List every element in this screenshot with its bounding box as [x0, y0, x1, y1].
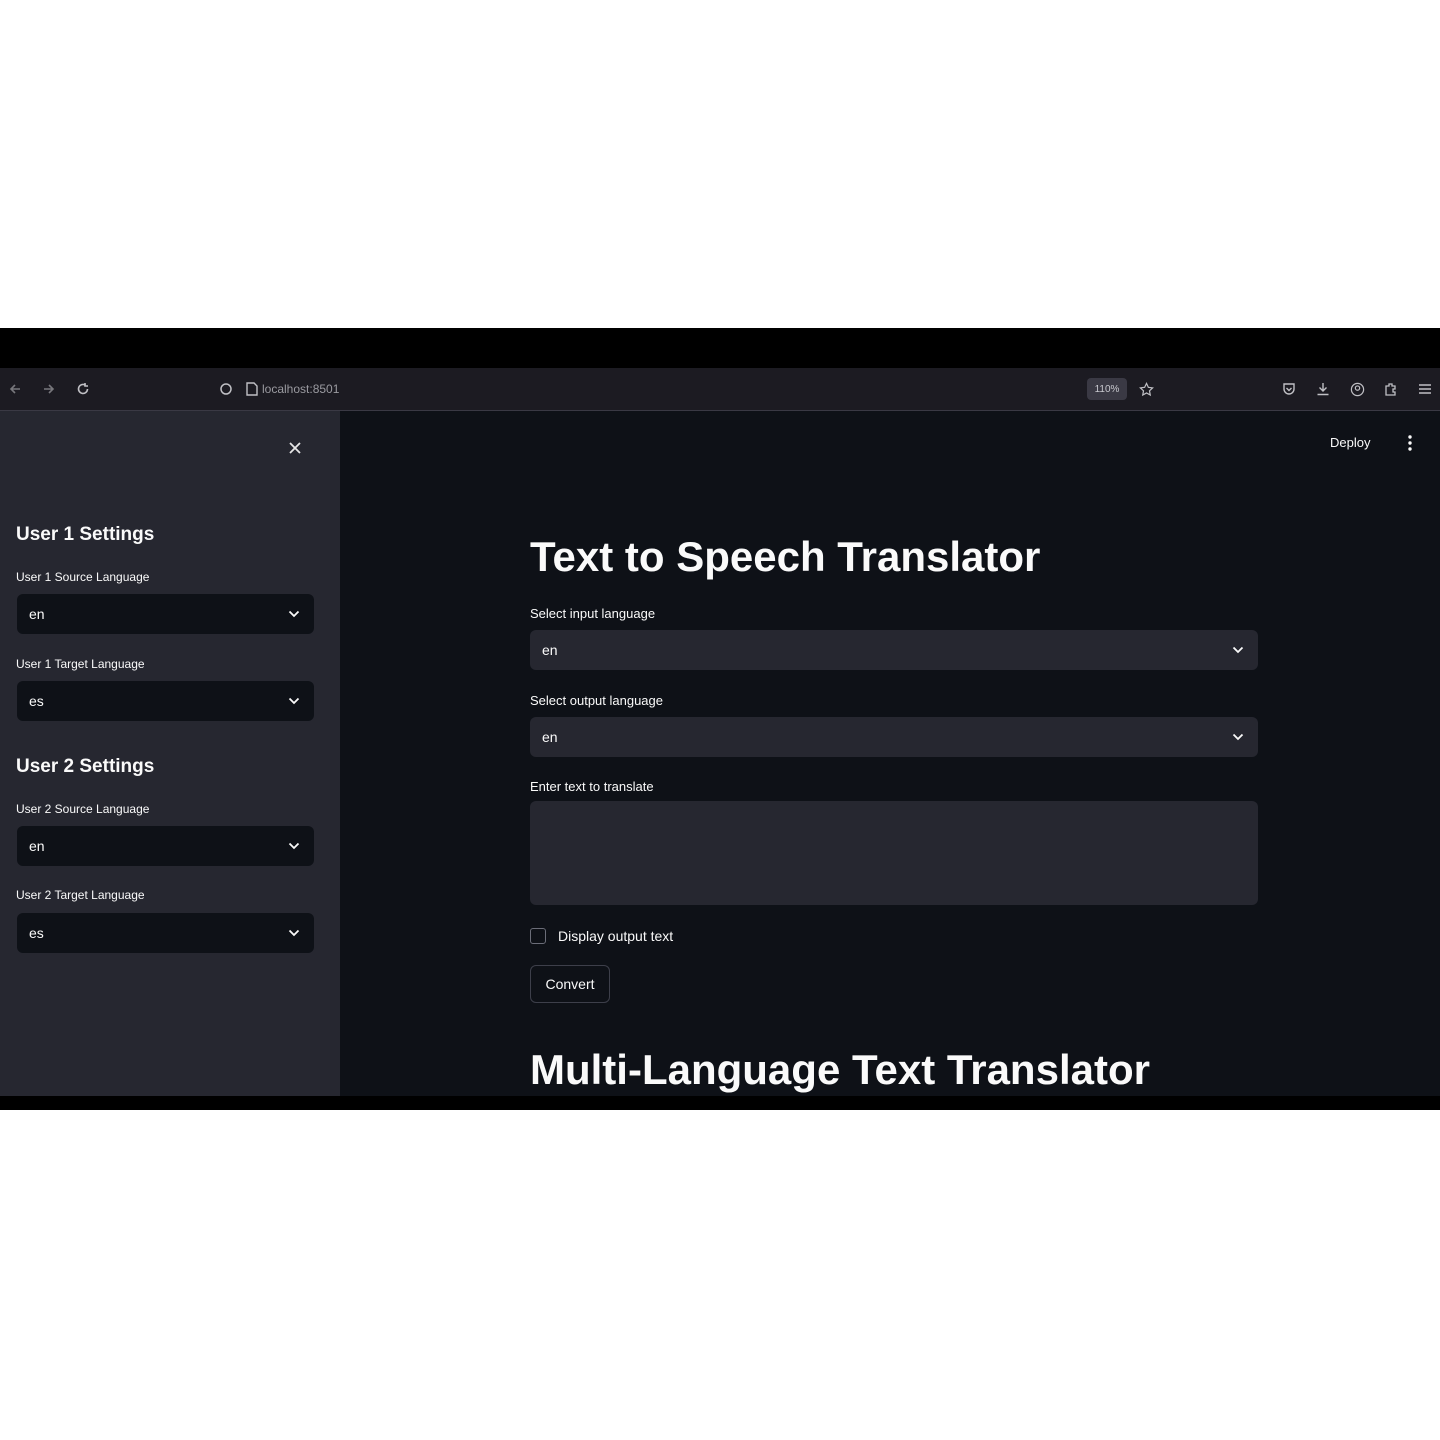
user2-settings-heading: User 2 Settings	[16, 756, 155, 777]
user2-source-label: User 2 Source Language	[16, 802, 150, 816]
sidebar: User 1 Settings User 1 Source Language e…	[0, 411, 340, 1096]
pocket-icon[interactable]	[1279, 368, 1299, 410]
display-output-checkbox[interactable]	[530, 928, 546, 944]
user1-settings-heading: User 1 Settings	[16, 524, 155, 545]
forward-icon[interactable]	[38, 368, 60, 410]
page-icon	[242, 368, 262, 410]
second-section-title: Multi-Language Text Translator	[530, 1046, 1150, 1093]
display-output-label: Display output text	[558, 928, 674, 944]
chevron-down-icon	[274, 681, 314, 721]
display-output-checkbox-row[interactable]: Display output text	[530, 925, 673, 947]
url-bar[interactable]: localhost:8501	[262, 379, 462, 399]
user1-target-value: es	[29, 693, 44, 709]
close-icon[interactable]	[284, 437, 306, 459]
user2-source-select[interactable]: en	[17, 826, 314, 866]
input-language-select[interactable]: en	[530, 630, 1258, 670]
user2-target-select[interactable]: es	[17, 913, 314, 953]
translate-text-area[interactable]	[530, 801, 1258, 905]
browser-toolbar: localhost:8501 110%	[0, 368, 1440, 411]
page-title: Text to Speech Translator	[530, 533, 1041, 580]
reload-icon[interactable]	[72, 368, 94, 410]
zoom-badge[interactable]: 110%	[1087, 378, 1127, 400]
bookmark-star-icon[interactable]	[1136, 368, 1156, 410]
back-icon[interactable]	[4, 368, 26, 410]
chevron-down-icon	[1218, 630, 1258, 670]
menu-icon[interactable]	[1415, 368, 1435, 410]
user1-target-select[interactable]: es	[17, 681, 314, 721]
user1-source-select[interactable]: en	[17, 594, 314, 634]
input-language-value: en	[542, 642, 558, 658]
screen-frame: localhost:8501 110% User 1 Settings User…	[0, 328, 1440, 1110]
text-input-label: Enter text to translate	[530, 779, 654, 794]
more-options-icon[interactable]	[1400, 433, 1420, 457]
convert-button[interactable]: Convert	[530, 965, 610, 1003]
output-language-select[interactable]: en	[530, 717, 1258, 757]
chevron-down-icon	[274, 594, 314, 634]
chevron-down-icon	[274, 826, 314, 866]
chevron-down-icon	[1218, 717, 1258, 757]
user1-target-label: User 1 Target Language	[16, 657, 145, 671]
output-language-label: Select output language	[530, 693, 663, 708]
input-language-label: Select input language	[530, 606, 656, 621]
download-icon[interactable]	[1313, 368, 1333, 410]
user1-source-value: en	[29, 606, 45, 622]
shield-icon[interactable]	[216, 368, 236, 410]
user2-target-label: User 2 Target Language	[16, 888, 145, 902]
deploy-button[interactable]: Deploy	[1330, 435, 1370, 450]
extensions-icon[interactable]	[1381, 368, 1401, 410]
app-area: User 1 Settings User 1 Source Language e…	[0, 411, 1440, 1096]
chevron-down-icon	[274, 913, 314, 953]
user1-source-label: User 1 Source Language	[16, 570, 150, 584]
url-text: localhost:8501	[262, 382, 340, 396]
user2-source-value: en	[29, 838, 45, 854]
user2-target-value: es	[29, 925, 44, 941]
account-icon[interactable]	[1347, 368, 1367, 410]
output-language-value: en	[542, 729, 558, 745]
